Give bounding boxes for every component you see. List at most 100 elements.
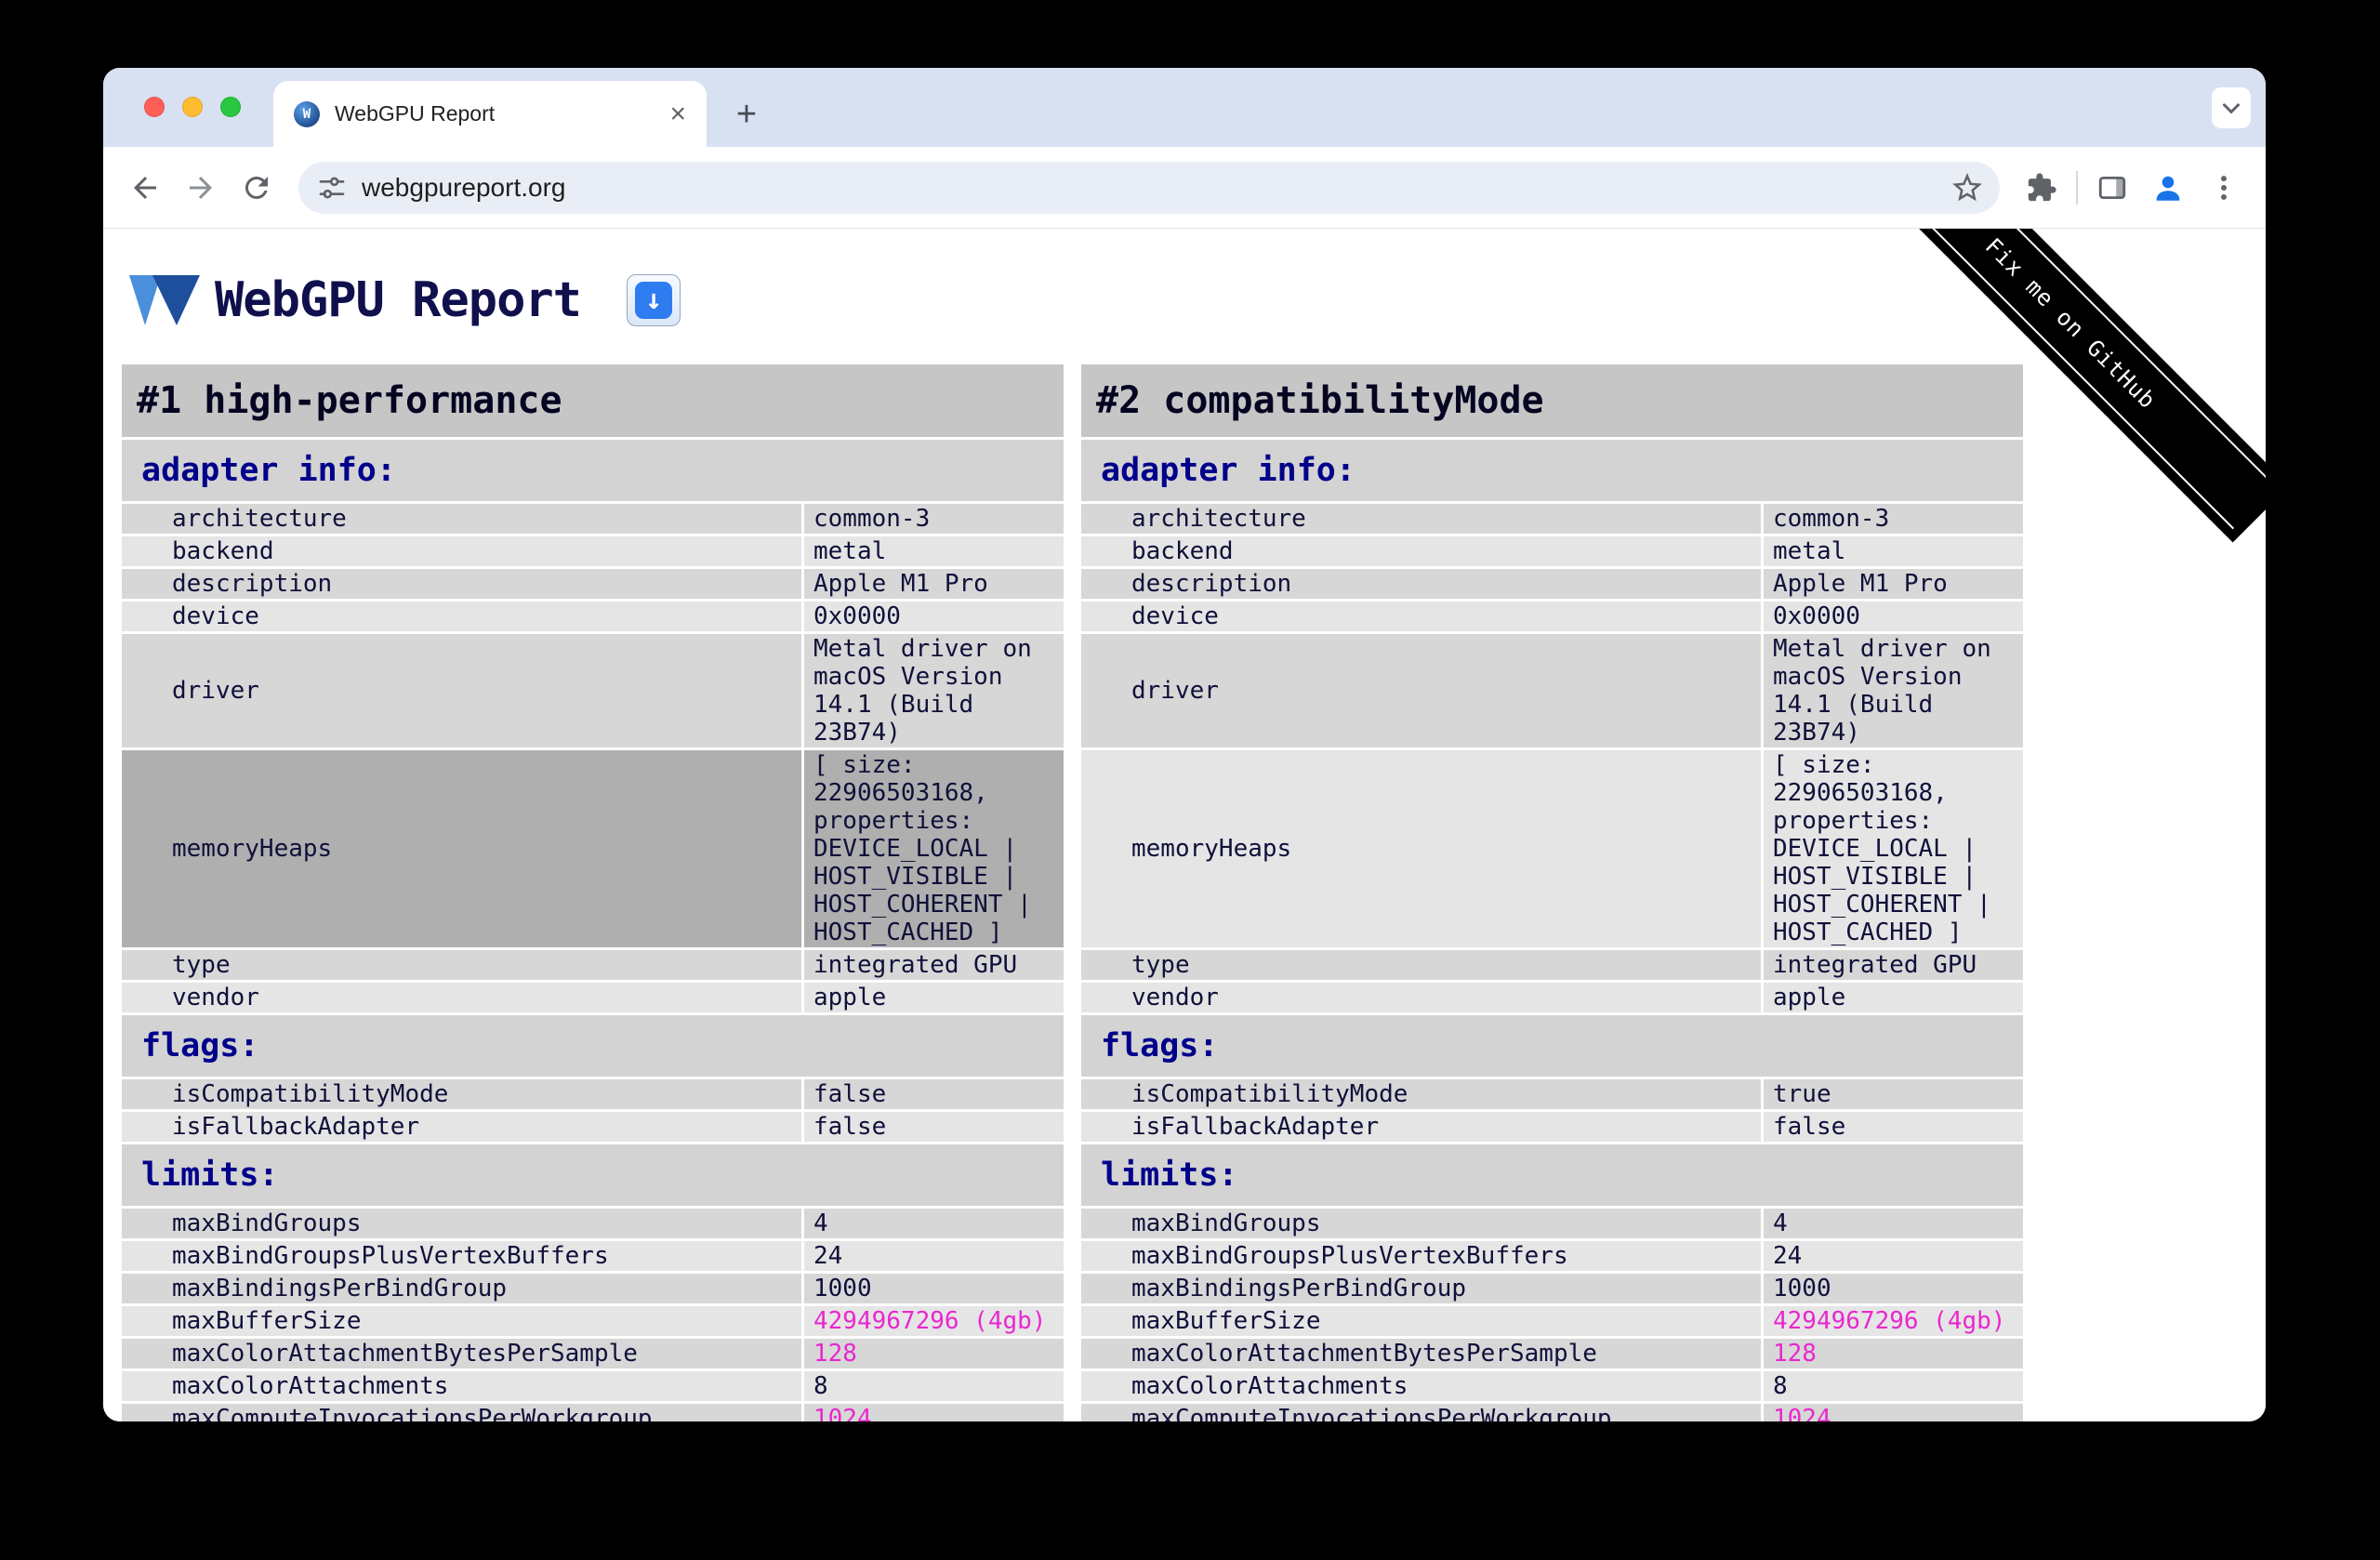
- table-row: type integrated GPU: [1081, 950, 2023, 980]
- menu-button[interactable]: [2202, 166, 2245, 209]
- row-key: backend: [1081, 536, 1761, 566]
- profile-button[interactable]: [2147, 166, 2189, 209]
- download-arrow-icon: ↓: [635, 282, 672, 319]
- table-row: isFallbackAdapter false: [122, 1112, 1064, 1142]
- row-value: 128: [1764, 1339, 2023, 1368]
- row-value: Apple M1 Pro: [1764, 569, 2023, 599]
- row-value: 4294967296 (4gb): [1764, 1306, 2023, 1336]
- browser-window: W WebGPU Report × + webgpureport.org Fix…: [103, 68, 2266, 1421]
- webgpu-logo-icon: [129, 275, 200, 325]
- panel-title: #1 high-performance: [122, 364, 1064, 437]
- row-value: 0x0000: [804, 602, 1064, 631]
- panel-title: #2 compatibilityMode: [1081, 364, 2023, 437]
- table-row: backend metal: [1081, 536, 2023, 566]
- browser-toolbar: webgpureport.org: [103, 147, 2266, 229]
- report-panel: #1 high-performance adapter info: architec…: [122, 364, 1064, 1421]
- row-value: 0x0000: [1764, 602, 2023, 631]
- row-key: maxBindGroupsPlusVertexBuffers: [122, 1241, 801, 1271]
- side-panel-button[interactable]: [2091, 166, 2134, 209]
- page-title: WebGPU Report: [215, 272, 582, 328]
- row-value: false: [804, 1112, 1064, 1142]
- table-row: vendor apple: [122, 983, 1064, 1012]
- window-close-button[interactable]: [144, 97, 165, 117]
- back-icon: [134, 176, 156, 199]
- row-key: device: [1081, 602, 1761, 631]
- table-row: maxColorAttachments 8: [1081, 1371, 2023, 1401]
- row-key: maxBindGroups: [1081, 1209, 1761, 1238]
- row-value: 4: [804, 1209, 1064, 1238]
- table-row: maxBufferSize 4294967296 (4gb): [122, 1306, 1064, 1336]
- reload-button[interactable]: [235, 166, 278, 209]
- row-value: 1000: [804, 1274, 1064, 1303]
- extensions-puzzle-icon: [2028, 172, 2056, 201]
- row-value: apple: [804, 983, 1064, 1012]
- row-key: isCompatibilityMode: [122, 1079, 801, 1109]
- row-key: maxBindingsPerBindGroup: [1081, 1274, 1761, 1303]
- table-row: maxBindingsPerBindGroup 1000: [1081, 1274, 2023, 1303]
- toolbar-separator: [2076, 170, 2078, 205]
- side-panel-icon: [2098, 176, 2126, 199]
- table-row: driver Metal driver on macOS Version 14.1…: [1081, 634, 2023, 747]
- row-key: type: [1081, 950, 1761, 980]
- tab-overflow-button[interactable]: [2212, 87, 2251, 128]
- section-header: limits:: [1081, 1144, 2023, 1206]
- forward-button[interactable]: [179, 166, 222, 209]
- table-row: maxColorAttachments 8: [122, 1371, 1064, 1401]
- download-report-button[interactable]: ↓: [627, 274, 681, 326]
- tab-strip: W WebGPU Report × +: [103, 68, 2266, 147]
- row-value: 8: [1764, 1371, 2023, 1401]
- table-row: memoryHeaps[ size: 22906503168, properti…: [122, 750, 1064, 947]
- table-row: vendor apple: [1081, 983, 2023, 1012]
- window-minimize-button[interactable]: [182, 97, 203, 117]
- browser-tab[interactable]: W WebGPU Report ×: [273, 81, 707, 147]
- table-row: maxColorAttachmentBytesPerSample 128: [122, 1339, 1064, 1368]
- section-header: limits:: [122, 1144, 1064, 1206]
- close-tab-icon[interactable]: ×: [666, 99, 690, 128]
- table-row: maxBindGroups 4: [122, 1209, 1064, 1238]
- bookmark-star-icon[interactable]: [1950, 170, 1985, 205]
- row-key: isFallbackAdapter: [1081, 1112, 1761, 1142]
- table-row: device 0x0000: [122, 602, 1064, 631]
- row-value: Metal driver on macOS Version 14.1 (Buil…: [1764, 634, 2023, 747]
- kebab-menu-icon: [2221, 175, 2227, 200]
- row-key: driver: [122, 634, 801, 747]
- adapter-panels: #1 high-performance adapter info: architec…: [122, 364, 2266, 1421]
- row-value: true: [1764, 1079, 2023, 1109]
- new-tab-button[interactable]: +: [722, 90, 771, 139]
- table-row: driver Metal driver on macOS Version 14.1…: [122, 634, 1064, 747]
- row-key: maxBindingsPerBindGroup: [122, 1274, 801, 1303]
- section-header: flags:: [122, 1015, 1064, 1077]
- reload-icon: [245, 176, 268, 199]
- forward-icon: [190, 176, 212, 199]
- section-header: adapter info:: [1081, 440, 2023, 501]
- section-header: flags:: [1081, 1015, 2023, 1077]
- back-button[interactable]: [124, 166, 166, 209]
- row-value: metal: [1764, 536, 2023, 566]
- row-key: memoryHeaps: [122, 750, 801, 947]
- table-row: memoryHeaps[ size: 22906503168, properti…: [1081, 750, 2023, 947]
- table-row: description Apple M1 Pro: [1081, 569, 2023, 599]
- row-value: 128: [804, 1339, 1064, 1368]
- table-row: architecture common-3: [122, 504, 1064, 534]
- extensions-button[interactable]: [2020, 166, 2063, 209]
- row-key: driver: [1081, 634, 1761, 747]
- page-content: Fix me on GitHub WebGPU Report ↓ #1 high…: [103, 229, 2266, 1421]
- site-info-icon[interactable]: [317, 173, 347, 203]
- row-value: metal: [804, 536, 1064, 566]
- row-key: isCompatibilityMode: [1081, 1079, 1761, 1109]
- url-text[interactable]: webgpureport.org: [362, 173, 1950, 203]
- table-row: maxBindingsPerBindGroup 1000: [122, 1274, 1064, 1303]
- row-value: common-3: [804, 504, 1064, 534]
- table-row: maxBindGroupsPlusVertexBuffers 24: [122, 1241, 1064, 1271]
- tab-title: WebGPU Report: [335, 101, 496, 126]
- row-value: 24: [1764, 1241, 2023, 1271]
- row-value: common-3: [1764, 504, 2023, 534]
- address-bar[interactable]: webgpureport.org: [298, 161, 2000, 214]
- row-value: Apple M1 Pro: [804, 569, 1064, 599]
- row-value: 4: [1764, 1209, 2023, 1238]
- row-key: maxBindGroupsPlusVertexBuffers: [1081, 1241, 1761, 1271]
- window-zoom-button[interactable]: [220, 97, 241, 117]
- tab-favicon-icon: W: [294, 100, 320, 127]
- row-value: 1024: [804, 1404, 1064, 1421]
- row-value: 1024: [1764, 1404, 2023, 1421]
